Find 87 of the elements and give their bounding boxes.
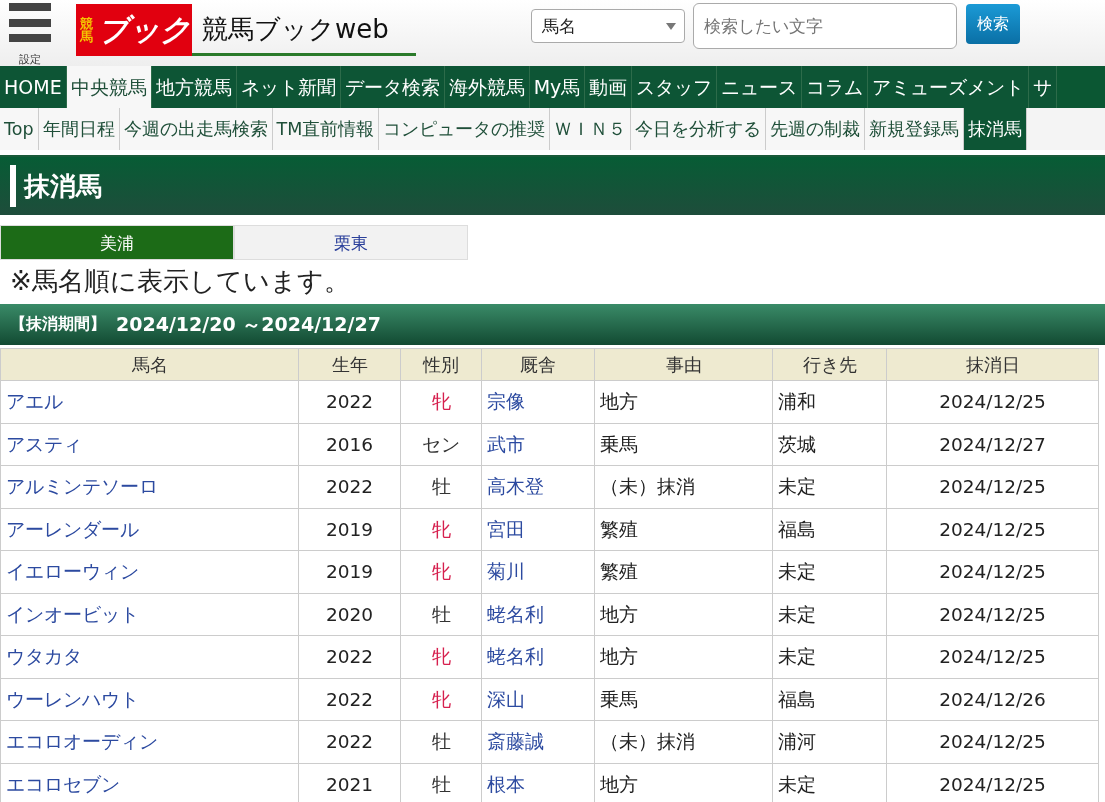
table-cell: 2022	[298, 465, 401, 508]
table-cell: 茨城	[772, 423, 887, 466]
trainer-link[interactable]: 武市	[481, 423, 595, 466]
table-cell: 地方	[594, 380, 773, 423]
sex-cell: 牝	[400, 678, 482, 721]
column-header: 行き先	[772, 348, 887, 381]
table-cell: 2024/12/25	[886, 635, 1099, 678]
page-title: 抹消馬	[24, 169, 102, 203]
site-name[interactable]: 競馬ブックweb	[202, 12, 389, 47]
sex-cell: 牡	[400, 593, 482, 636]
table-cell: 浦河	[772, 720, 887, 763]
table-cell: 2019	[298, 508, 401, 551]
sex-cell: 牝	[400, 508, 482, 551]
column-header: 馬名	[0, 348, 299, 381]
table-cell: 繁殖	[594, 550, 773, 593]
column-header: 抹消日	[886, 348, 1099, 381]
horse-name-link[interactable]: アーレンダール	[0, 508, 299, 551]
region-tab[interactable]: 栗東	[234, 225, 468, 260]
search-type-dropdown[interactable]: 馬名	[531, 9, 685, 43]
sex-cell: 牝	[400, 635, 482, 678]
sex-cell: 牡	[400, 465, 482, 508]
column-header: 生年	[298, 348, 401, 381]
column-header: 事由	[594, 348, 773, 381]
table-cell: 乗馬	[594, 423, 773, 466]
table-cell: （未）抹消	[594, 720, 773, 763]
horse-name-link[interactable]: イエローウィン	[0, 550, 299, 593]
table-cell: 2024/12/26	[886, 678, 1099, 721]
table-cell: 2024/12/25	[886, 593, 1099, 636]
trainer-link[interactable]: 高木登	[481, 465, 595, 508]
table-cell: 2024/12/27	[886, 423, 1099, 466]
caret-icon	[666, 22, 676, 30]
table-cell: 地方	[594, 635, 773, 678]
trainer-link[interactable]: 斎藤誠	[481, 720, 595, 763]
table-cell: 2016	[298, 423, 401, 466]
nav-tab[interactable]: 抹消馬	[964, 108, 1028, 150]
column-header: 厩舎	[481, 348, 595, 381]
trainer-link[interactable]: 蛯名利	[481, 635, 595, 678]
table-cell: 2024/12/25	[886, 380, 1099, 423]
table-cell: （未）抹消	[594, 465, 773, 508]
table-cell: 未定	[772, 465, 887, 508]
table-cell: 未定	[772, 593, 887, 636]
region-tab[interactable]: 美浦	[0, 225, 234, 260]
table-cell: 2020	[298, 593, 401, 636]
trainer-link[interactable]: 深山	[481, 678, 595, 721]
trainer-link[interactable]: 菊川	[481, 550, 595, 593]
sex-cell: 牝	[400, 380, 482, 423]
horse-name-link[interactable]: インオービット	[0, 593, 299, 636]
horse-name-link[interactable]: アエル	[0, 380, 299, 423]
table-cell: 2024/12/25	[886, 465, 1099, 508]
table-cell: 乗馬	[594, 678, 773, 721]
table-cell: 2022	[298, 678, 401, 721]
horse-name-link[interactable]: エコロセブン	[0, 763, 299, 802]
sex-cell: セン	[400, 423, 482, 466]
horse-name-link[interactable]: アスティ	[0, 423, 299, 466]
trainer-link[interactable]: 蛯名利	[481, 593, 595, 636]
table-cell: 未定	[772, 635, 887, 678]
table-cell: 浦和	[772, 380, 887, 423]
period-label: 【抹消期間】	[10, 314, 106, 335]
search-field[interactable]: 検索したい文字	[693, 3, 957, 49]
trainer-link[interactable]: 宮田	[481, 508, 595, 551]
horse-name-link[interactable]: エコロオーディン	[0, 720, 299, 763]
table-cell: 2022	[298, 380, 401, 423]
table-cell: 地方	[594, 593, 773, 636]
search-button[interactable]: 検索	[966, 4, 1020, 44]
table-cell: 福島	[772, 678, 887, 721]
period-range: 2024/12/20 ～2024/12/27	[116, 311, 381, 337]
sort-note: ※馬名順に表示しています。	[9, 265, 351, 298]
nav-tab[interactable]: 中央競馬	[66, 66, 152, 108]
table-cell: 2022	[298, 635, 401, 678]
table-cell: 2022	[298, 720, 401, 763]
table-cell: 2024/12/25	[886, 508, 1099, 551]
column-header: 性別	[400, 348, 482, 381]
trainer-link[interactable]: 宗像	[481, 380, 595, 423]
table-cell: 2024/12/25	[886, 550, 1099, 593]
menu-label[interactable]: 設定	[19, 52, 41, 67]
horse-name-link[interactable]: ウーレンハウト	[0, 678, 299, 721]
horse-name-link[interactable]: アルミンテソーロ	[0, 465, 299, 508]
horse-name-link[interactable]: ウタカタ	[0, 635, 299, 678]
sex-cell: 牝	[400, 550, 482, 593]
nav-tab[interactable]: Top	[0, 108, 39, 150]
table-cell: 未定	[772, 550, 887, 593]
table-cell: 2024/12/25	[886, 720, 1099, 763]
table-cell: 福島	[772, 508, 887, 551]
menu-icon[interactable]	[9, 3, 51, 42]
sex-cell: 牡	[400, 720, 482, 763]
table-cell: 繁殖	[594, 508, 773, 551]
table-cell: 2019	[298, 550, 401, 593]
